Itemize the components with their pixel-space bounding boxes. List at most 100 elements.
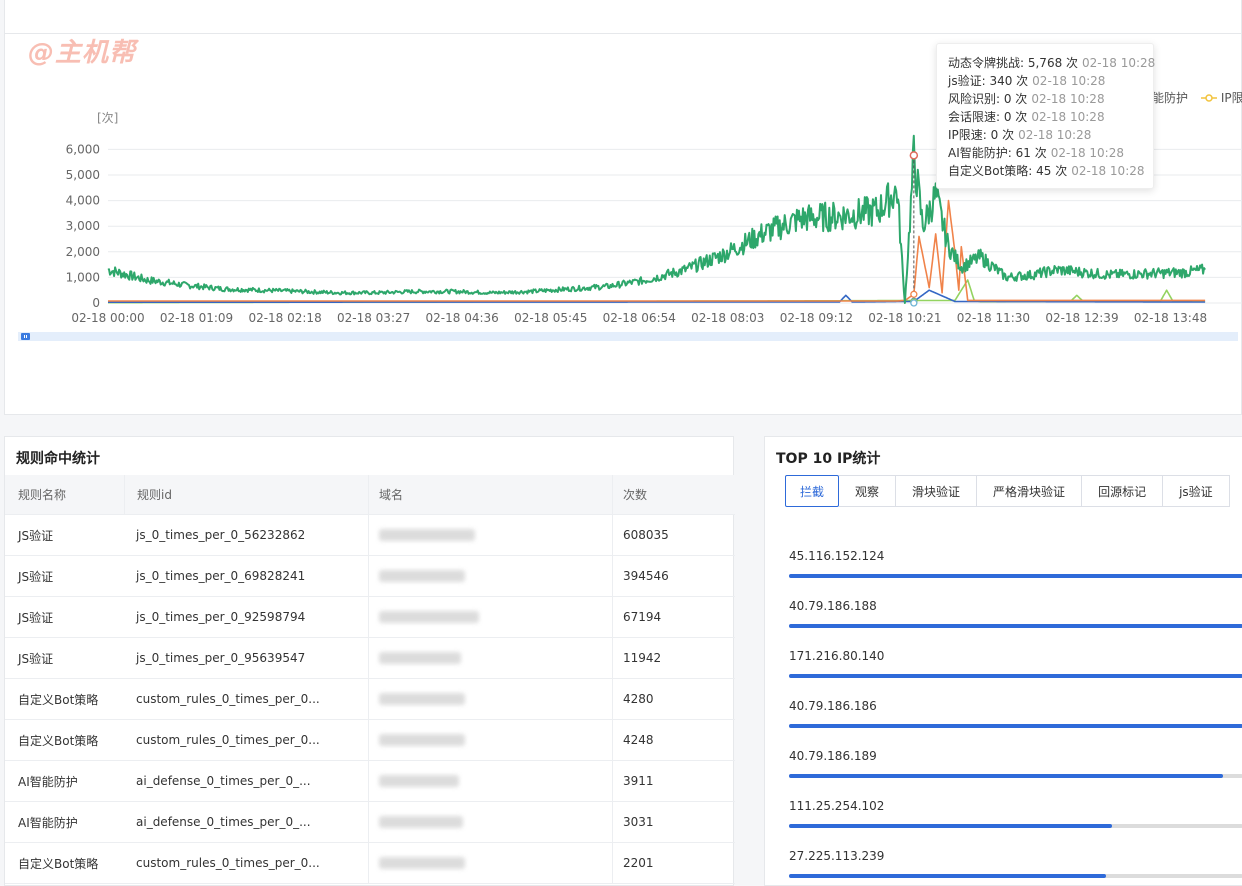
ip-progress-bar	[789, 774, 1242, 778]
y-axis-unit-label: [次]	[97, 111, 118, 125]
chart-tooltip: 动态令牌挑战: 5,768 次 02-18 10:28 js验证: 340 次 02…	[936, 43, 1155, 189]
ip-ranking-list: 45.116.152.124 40.79.186.188 171.216.80.14…	[789, 549, 1242, 886]
ip-address: 171.216.80.140	[789, 649, 885, 663]
redacted-domain	[379, 529, 475, 541]
cell-domain-redacted	[368, 802, 612, 842]
cell-rule-name: JS验证	[18, 569, 54, 584]
tab-observe[interactable]: 观察	[839, 475, 897, 507]
tooltip-row: 风险识别: 0 次 02-18 10:28	[948, 90, 1142, 108]
cell-domain-redacted	[368, 638, 612, 678]
cell-rule-id: custom_rules_0_times_per_0...	[136, 733, 320, 747]
tooltip-row: 动态令牌挑战: 5,768 次 02-18 10:28	[948, 54, 1155, 72]
y-tick-label: 4,000	[66, 194, 100, 208]
tab-strict-slider-verify[interactable]: 严格滑块验证	[977, 475, 1083, 507]
ip-progress-bar	[789, 824, 1242, 828]
series-line	[108, 199, 1206, 302]
x-tick-label: 02-18 11:30	[957, 311, 1030, 325]
table-row[interactable]: AI智能防护 ai_defense_0_times_per_0_... 3911	[5, 761, 735, 802]
y-tick-label: 6,000	[66, 142, 100, 156]
ip-progress-fill	[789, 574, 1242, 578]
rules-table: 规则名称 规则id 域名 次数 JS验证 js_0_times_per_0_56…	[5, 475, 735, 884]
cell-count: 394546	[612, 556, 733, 596]
legend-line-marker-icon	[1201, 94, 1217, 102]
cell-count: 2201	[612, 843, 733, 883]
tab-block[interactable]: 拦截	[785, 475, 840, 507]
tab-origin-mark[interactable]: 回源标记	[1082, 475, 1164, 507]
cell-rule-id: js_0_times_per_0_56232862	[136, 528, 306, 542]
zoom-handle[interactable]	[21, 333, 30, 340]
y-tick-label: 5,000	[66, 168, 100, 182]
cell-rule-name: 自定义Bot策略	[18, 856, 99, 871]
cell-count: 4248	[612, 720, 733, 760]
tooltip-row-time: 02-18 10:28	[1082, 56, 1156, 70]
ip-progress-fill	[789, 624, 1242, 628]
table-row[interactable]: JS验证 js_0_times_per_0_92598794 67194	[5, 597, 735, 638]
legend-item-ip-limit[interactable]: IP限	[1201, 89, 1242, 106]
x-tick-label: 02-18 02:18	[248, 311, 321, 325]
tooltip-row-time: 02-18 10:28	[1071, 164, 1145, 178]
redacted-domain	[379, 857, 465, 869]
x-tick-label: 02-18 12:39	[1045, 311, 1118, 325]
table-row[interactable]: JS验证 js_0_times_per_0_69828241 394546	[5, 556, 735, 597]
cell-count: 11942	[612, 638, 733, 678]
cell-rule-id: js_0_times_per_0_69828241	[136, 569, 306, 583]
cell-rule-id: js_0_times_per_0_92598794	[136, 610, 306, 624]
ip-progress-bar	[789, 624, 1242, 628]
column-header-rule-name: 规则名称	[18, 488, 67, 502]
cell-rule-name: 自定义Bot策略	[18, 692, 99, 707]
tooltip-row: 自定义Bot策略: 45 次 02-18 10:28	[948, 162, 1145, 180]
table-row[interactable]: JS验证 js_0_times_per_0_56232862 608035	[5, 515, 735, 556]
tooltip-row-label: IP限速: 0 次	[948, 128, 1015, 142]
tooltip-row-time: 02-18 10:28	[1050, 146, 1124, 160]
table-row[interactable]: AI智能防护 ai_defense_0_times_per_0_... 3031	[5, 802, 735, 843]
rules-hit-stats-card: 规则命中统计 规则名称 规则id 域名 次数 JS验证 js_0_times_p…	[4, 436, 735, 886]
column-header-count: 次数	[612, 475, 733, 514]
tooltip-row: 会话限速: 0 次 02-18 10:28	[948, 108, 1142, 126]
chart-zoom-scrollbar[interactable]	[18, 332, 1238, 341]
redacted-domain	[379, 570, 465, 582]
x-tick-label: 02-18 05:45	[514, 311, 587, 325]
column-header-rule-id: 规则id	[124, 475, 368, 514]
cell-count: 3911	[612, 761, 733, 801]
cell-rule-id: ai_defense_0_times_per_0_...	[136, 774, 311, 788]
table-row[interactable]: 自定义Bot策略 custom_rules_0_times_per_0... 2…	[5, 843, 735, 884]
ip-address: 111.25.254.102	[789, 799, 885, 813]
cell-rule-name: JS验证	[18, 610, 54, 625]
redacted-domain	[379, 734, 465, 746]
table-row[interactable]: 自定义Bot策略 custom_rules_0_times_per_0... 4…	[5, 720, 735, 761]
y-tick-label: 0	[92, 296, 100, 310]
tab-js-verify[interactable]: js验证	[1163, 475, 1230, 507]
x-tick-label: 02-18 04:36	[426, 311, 499, 325]
x-tick-label: 02-18 03:27	[337, 311, 410, 325]
table-row[interactable]: JS验证 js_0_times_per_0_95639547 11942	[5, 638, 735, 679]
tooltip-row-label: 动态令牌挑战: 5,768 次	[948, 56, 1079, 70]
ip-progress-bar	[789, 724, 1242, 728]
tooltip-row: IP限速: 0 次 02-18 10:28	[948, 126, 1142, 144]
redacted-domain	[379, 693, 465, 705]
ip-address: 27.225.113.239	[789, 849, 885, 863]
table-row[interactable]: 自定义Bot策略 custom_rules_0_times_per_0... 4…	[5, 679, 735, 720]
tooltip-row-time: 02-18 10:28	[1032, 74, 1106, 88]
cell-rule-name: JS验证	[18, 528, 54, 543]
redacted-domain	[379, 611, 479, 623]
cell-domain-redacted	[368, 556, 612, 596]
legend-item-ai-defense[interactable]: 能防护	[1152, 89, 1188, 106]
y-tick-label: 2,000	[66, 245, 100, 259]
cell-domain-redacted	[368, 720, 612, 760]
ip-progress-bar	[789, 574, 1242, 578]
ip-address: 40.79.186.186	[789, 699, 877, 713]
cell-rule-name: AI智能防护	[18, 774, 78, 789]
ip-list-item: 27.225.113.239	[789, 849, 1242, 886]
ip-list-item: 45.116.152.124	[789, 549, 1242, 599]
column-header-domain: 域名	[368, 475, 612, 514]
cell-domain-redacted	[368, 679, 612, 719]
legend-item-ip-limit-label: IP限	[1220, 91, 1242, 105]
cell-domain-redacted	[368, 597, 612, 637]
cell-count: 4280	[612, 679, 733, 719]
ip-address: 45.116.152.124	[789, 549, 885, 563]
cell-count: 608035	[612, 515, 733, 555]
tab-slider-verify[interactable]: 滑块验证	[896, 475, 978, 507]
redacted-domain	[379, 816, 463, 828]
ip-progress-bar	[789, 874, 1242, 878]
y-tick-label: 3,000	[66, 219, 100, 233]
